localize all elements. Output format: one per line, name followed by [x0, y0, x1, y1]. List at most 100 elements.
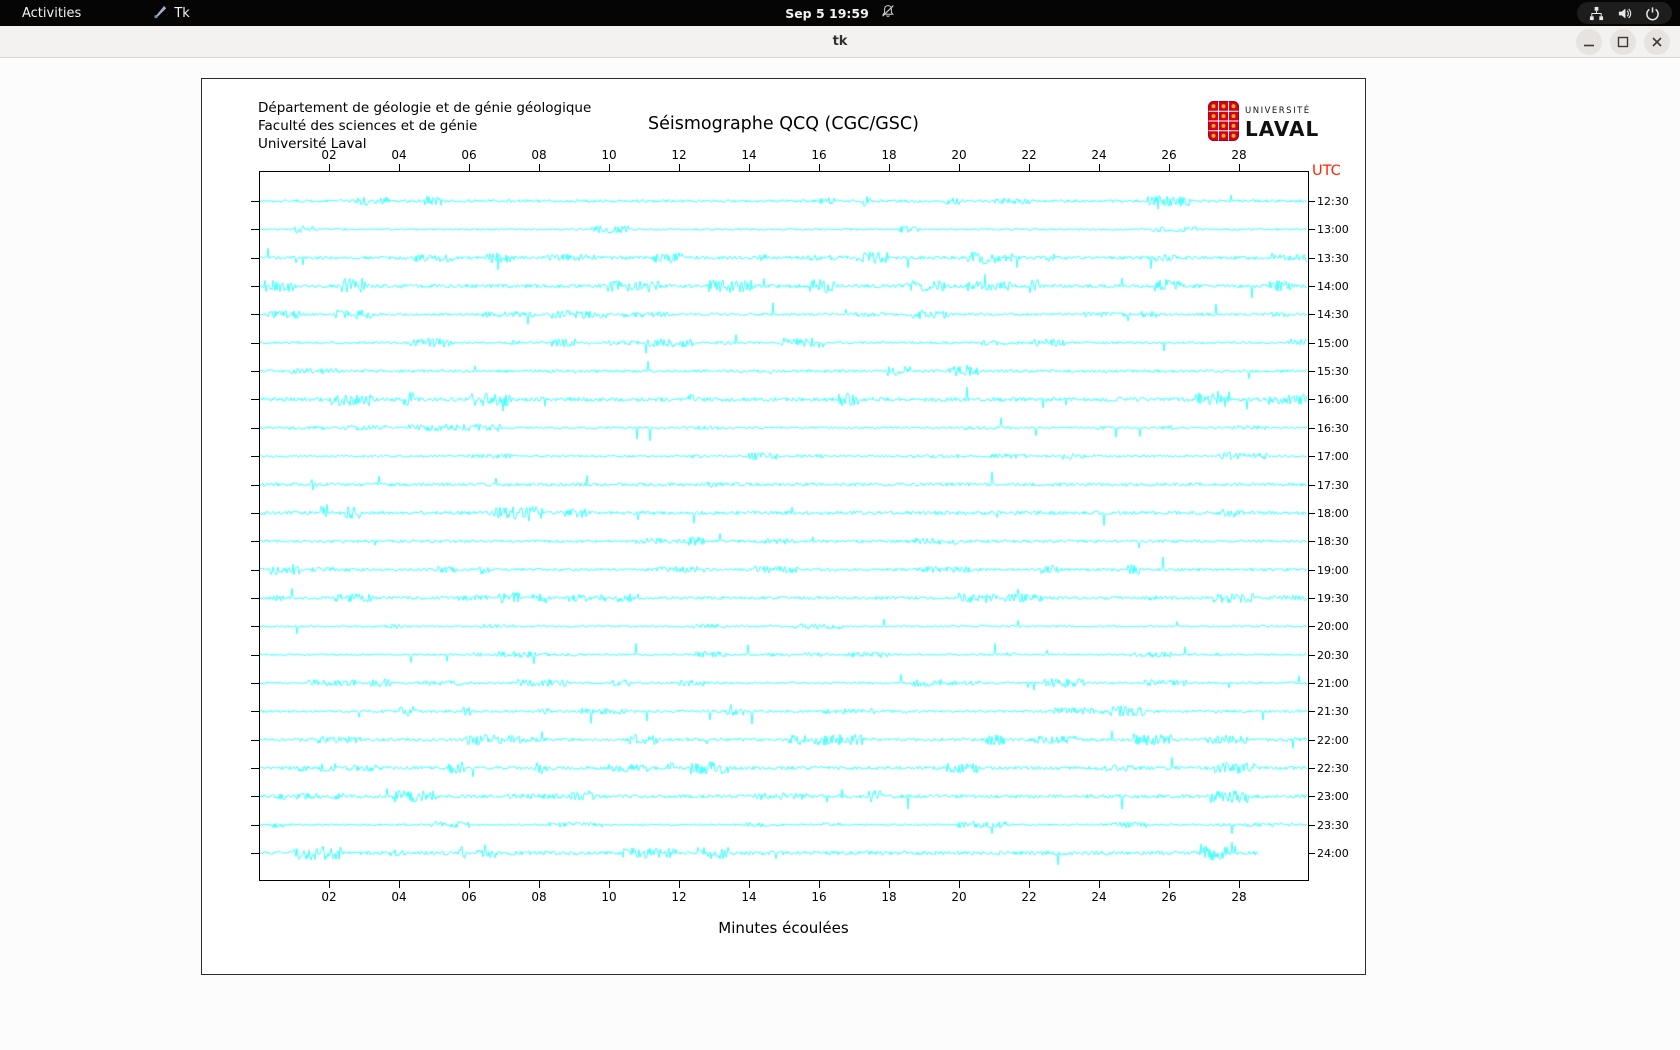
x-tick-bottom: [959, 881, 960, 888]
x-tick-bottom: [329, 881, 330, 888]
utc-label: UTC: [1312, 163, 1341, 179]
row-tick-left: [251, 682, 259, 684]
x-tick-top: [889, 164, 890, 171]
gnome-top-bar: Activities Tk Sep 5 19:59: [0, 0, 1680, 26]
row-time-label: 20:30: [1317, 648, 1349, 662]
row-time-label: 14:00: [1317, 280, 1349, 294]
x-tick-label-bottom: 28: [1231, 890, 1247, 904]
row-tick-left: [251, 796, 259, 798]
x-tick-label-bottom: 16: [811, 890, 827, 904]
row-time-label: 17:00: [1317, 450, 1349, 464]
x-tick-label-bottom: 24: [1091, 890, 1107, 904]
x-tick-label-bottom: 04: [391, 890, 407, 904]
row-tick-right: [1309, 314, 1315, 316]
x-tick-label-top: 18: [881, 148, 897, 162]
row-tick-right: [1309, 229, 1315, 231]
row-tick-right: [1309, 257, 1315, 259]
row-tick-right: [1309, 739, 1315, 741]
x-tick-label-bottom: 14: [741, 890, 757, 904]
power-icon: [1645, 6, 1660, 21]
x-tick-label-bottom: 26: [1161, 890, 1177, 904]
minimize-button[interactable]: [1576, 29, 1602, 55]
row-time-label: 20:00: [1317, 620, 1349, 634]
activities-button[interactable]: Activities: [12, 4, 91, 23]
notifications-muted-icon: [881, 4, 895, 22]
x-tick-top: [819, 164, 820, 171]
row-time-label: 19:30: [1317, 591, 1349, 605]
row-tick-left: [251, 569, 259, 571]
institution-line-3: Université Laval: [258, 136, 367, 152]
x-tick-bottom: [1169, 881, 1170, 888]
volume-icon: [1617, 6, 1632, 21]
x-tick-top: [1099, 164, 1100, 171]
row-tick-left: [251, 342, 259, 344]
row-time-label: 14:30: [1317, 308, 1349, 322]
row-time-label: 13:00: [1317, 223, 1349, 237]
x-tick-label-top: 26: [1161, 148, 1177, 162]
x-tick-label-top: 22: [1021, 148, 1037, 162]
x-tick-label-bottom: 22: [1021, 890, 1037, 904]
x-tick-label-bottom: 20: [951, 890, 967, 904]
x-tick-bottom: [889, 881, 890, 888]
x-tick-top: [609, 164, 610, 171]
maximize-button[interactable]: [1610, 29, 1636, 55]
row-tick-right: [1309, 853, 1315, 855]
row-tick-right: [1309, 796, 1315, 798]
x-tick-label-top: 28: [1231, 148, 1247, 162]
window-title: tk: [832, 34, 848, 49]
row-tick-right: [1309, 512, 1315, 514]
x-tick-top: [329, 164, 330, 171]
focused-app-name: Tk: [174, 5, 190, 21]
row-tick-left: [251, 853, 259, 855]
x-tick-label-top: 10: [601, 148, 617, 162]
row-tick-right: [1309, 682, 1315, 684]
x-tick-label-bottom: 10: [601, 890, 617, 904]
row-time-label: 23:00: [1317, 790, 1349, 804]
x-tick-label-bottom: 08: [531, 890, 547, 904]
clock[interactable]: Sep 5 19:59: [785, 6, 869, 21]
row-tick-right: [1309, 654, 1315, 656]
row-time-label: 17:30: [1317, 478, 1349, 492]
focused-app-menu[interactable]: Tk: [153, 4, 190, 23]
row-tick-left: [251, 597, 259, 599]
row-tick-left: [251, 654, 259, 656]
x-axis-title: Minutes écoulées: [718, 919, 849, 937]
row-tick-left: [251, 229, 259, 231]
row-time-label: 18:30: [1317, 535, 1349, 549]
laval-shield-icon: [1208, 101, 1239, 145]
x-tick-bottom: [1099, 881, 1100, 888]
row-time-label: 22:00: [1317, 733, 1349, 747]
close-button[interactable]: [1644, 29, 1670, 55]
row-time-label: 19:00: [1317, 563, 1349, 577]
system-status-area[interactable]: [1577, 2, 1672, 24]
seismograph-figure: Département de géologie et de génie géol…: [201, 78, 1366, 975]
row-time-label: 18:00: [1317, 506, 1349, 520]
row-tick-left: [251, 399, 259, 401]
x-tick-label-top: 14: [741, 148, 757, 162]
x-tick-bottom: [749, 881, 750, 888]
row-time-label: 23:30: [1317, 818, 1349, 832]
laval-logo: UNIVERSITÉ LAVAL: [1208, 101, 1319, 145]
row-tick-right: [1309, 569, 1315, 571]
x-tick-label-bottom: 06: [461, 890, 477, 904]
row-time-label: 15:00: [1317, 336, 1349, 350]
row-tick-right: [1309, 597, 1315, 599]
row-tick-right: [1309, 342, 1315, 344]
x-tick-bottom: [469, 881, 470, 888]
row-time-label: 21:00: [1317, 676, 1349, 690]
x-tick-top: [959, 164, 960, 171]
row-time-label: 24:00: [1317, 847, 1349, 861]
row-tick-left: [251, 711, 259, 713]
window-title-bar: tk: [0, 26, 1680, 58]
row-tick-left: [251, 427, 259, 429]
x-tick-bottom: [539, 881, 540, 888]
x-tick-label-top: 24: [1091, 148, 1107, 162]
x-tick-label-bottom: 12: [671, 890, 687, 904]
row-time-label: 12:30: [1317, 195, 1349, 208]
x-tick-label-bottom: 18: [881, 890, 897, 904]
row-tick-left: [251, 371, 259, 373]
row-time-label: 16:30: [1317, 421, 1349, 435]
row-tick-left: [251, 286, 259, 288]
row-tick-left: [251, 314, 259, 316]
x-tick-label-top: 12: [671, 148, 687, 162]
